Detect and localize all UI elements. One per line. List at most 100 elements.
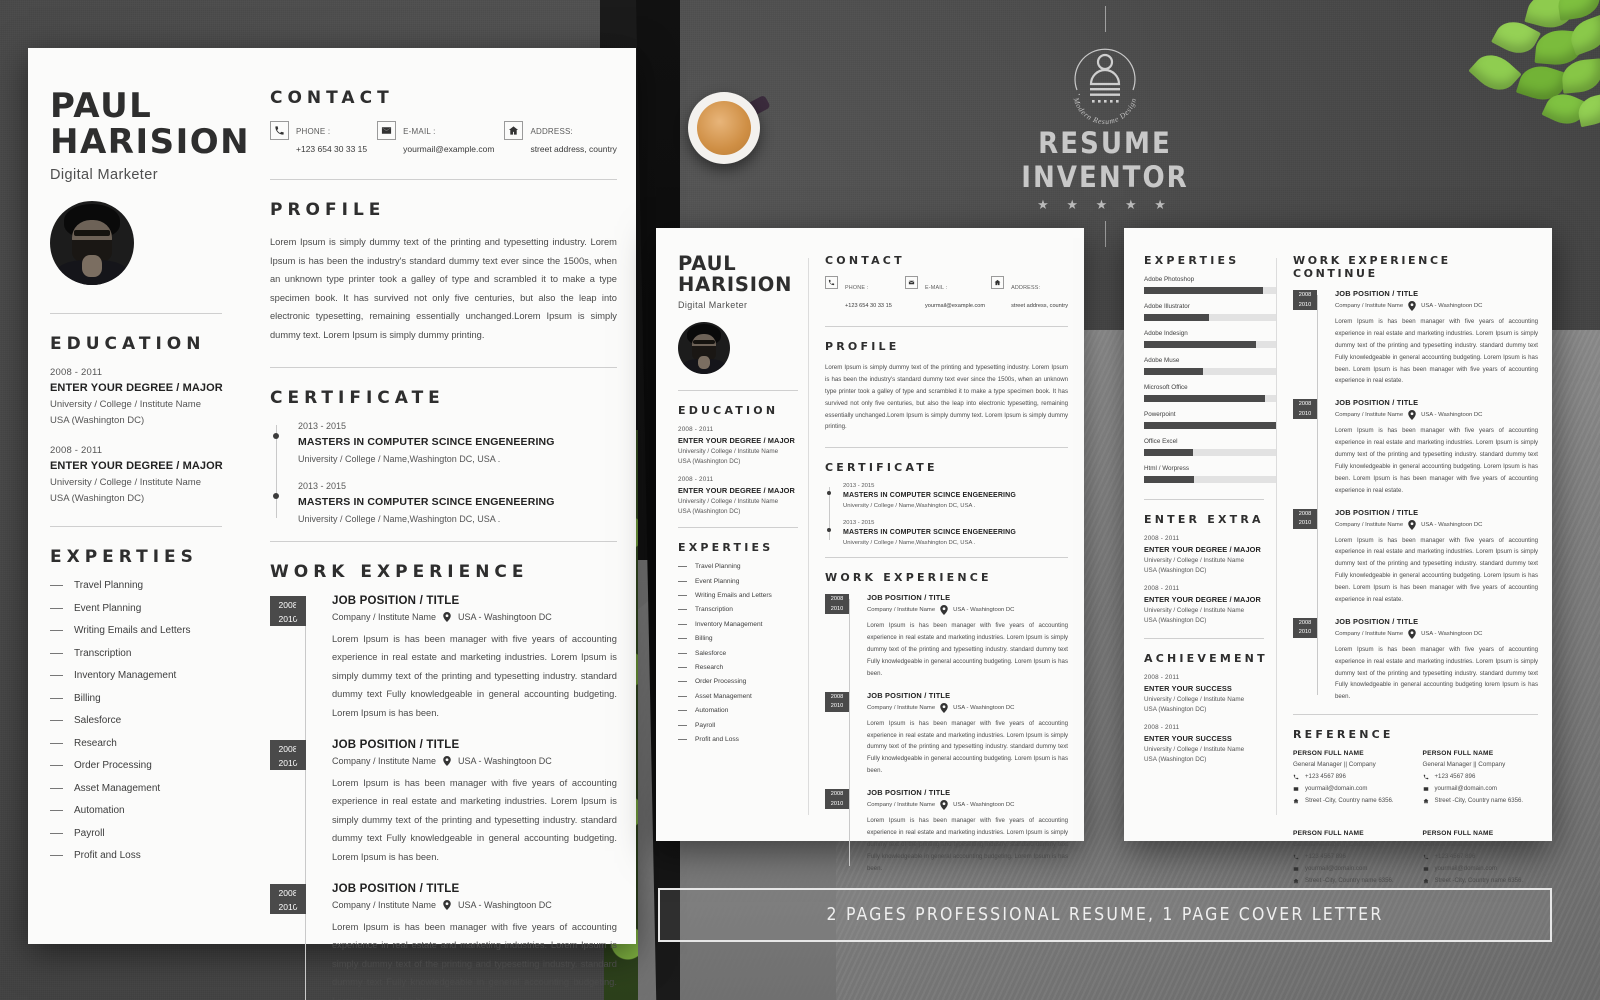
year-to: 2010 <box>830 800 844 807</box>
location-pin-icon <box>940 800 948 810</box>
job-location: USA - Washingtoon DC <box>458 899 552 910</box>
year-from: 2008 <box>830 596 844 603</box>
achievement-item: 2008 - 2011 ENTER YOUR SUCCESS Universit… <box>1144 674 1276 713</box>
resume-page-2[interactable]: PAUL HARISION Digital Marketer EDUCATION… <box>656 228 1084 872</box>
avatar <box>50 201 134 286</box>
location-pin-icon <box>1408 410 1416 421</box>
certificate-timeline: 2013 - 2015 MASTERS IN COMPUTER SCINCE E… <box>270 421 617 524</box>
contact-phone[interactable]: PHONE : +123 654 30 33 15 <box>270 121 367 157</box>
location-pin-icon <box>443 899 451 910</box>
reference-phone[interactable]: +123 4567 896 <box>1293 853 1409 860</box>
resume-page-1[interactable]: PAUL HARISION Digital Marketer EDUCATION… <box>28 48 636 1000</box>
skill-label: Adobe Illustrator <box>1144 303 1190 310</box>
job-description: Lorem Ipsum is has been manager with fiv… <box>332 777 617 862</box>
contact-email[interactable]: E-MAIL : yourmail@example.com <box>905 276 985 312</box>
reference-phone[interactable]: +123 4567 896 <box>1293 773 1409 780</box>
contact-phone[interactable]: PHONE : +123 654 30 33 15 <box>825 276 899 312</box>
certificate-school: University / College / Name,Washington D… <box>298 513 501 524</box>
contact-address[interactable]: ADDRESS: street address, country <box>504 121 617 157</box>
certificate-item: 2013 - 2015 MASTERS IN COMPUTER SCINCE E… <box>273 481 617 524</box>
bullet-dash-icon <box>50 742 63 744</box>
list-item: Payroll <box>678 722 808 729</box>
list-item: Salesforce <box>50 715 246 726</box>
job-meta: Company / Institute Name USA - Washingto… <box>332 755 617 766</box>
extra-years: 2008 - 2011 <box>1144 535 1180 542</box>
bullet-dash-icon <box>50 720 63 722</box>
reference-email[interactable]: yourmail@domain.com <box>1423 785 1539 792</box>
contact-email[interactable]: E-MAIL : yourmail@example.com <box>377 121 494 157</box>
education-list: 2008 - 2011 ENTER YOUR DEGREE / MAJOR Un… <box>50 367 246 504</box>
page2-left-column: PAUL HARISION Digital Marketer EDUCATION… <box>656 228 808 841</box>
reference-email[interactable]: yourmail@domain.com <box>1423 865 1539 872</box>
logo-stars: ★ ★ ★ ★ ★ <box>1037 197 1173 212</box>
reference-name: PERSON FULL NAME <box>1422 750 1494 758</box>
bullet-dash-icon <box>50 765 63 767</box>
list-item: Order Processing <box>678 678 808 685</box>
banner-text: 2 PAGES PROFESSIONAL RESUME, 1 PAGE COVE… <box>826 905 1384 925</box>
job-title: JOB POSITION / TITLE <box>1335 507 1419 517</box>
list-item: Asset Management <box>678 693 808 700</box>
reference-phone[interactable]: +123 4567 896 <box>1423 853 1539 860</box>
work-experience-item: 2008 2010 JOB POSITION / TITLE Company / … <box>270 882 617 1000</box>
achievement-title: ENTER YOUR SUCCESS <box>1144 734 1232 743</box>
reference-name: PERSON FULL NAME <box>1422 830 1494 838</box>
location-pin-icon <box>940 702 948 713</box>
last-name: HARISION <box>50 122 251 163</box>
work-experience-item: 2008 2010 JOB POSITION / TITLE Company / … <box>1293 617 1538 703</box>
page3-left-column: EXPERTIES Adobe Photoshop Adobe Illustra… <box>1124 228 1276 841</box>
profile-heading: PROFILE <box>825 340 900 353</box>
reference-phone[interactable]: +123 4567 896 <box>1423 773 1539 780</box>
education-degree: ENTER YOUR DEGREE / MAJOR <box>678 486 795 496</box>
envelope-icon <box>1293 866 1299 871</box>
contact-phone-label: PHONE : <box>296 127 331 136</box>
page3-right-column: WORK EXPERIENCE CONTINUE 2008 2010 JOB PO… <box>1277 228 1552 884</box>
year-to: 2010 <box>830 605 844 612</box>
skill-track <box>1144 422 1276 429</box>
skill-track <box>1144 314 1276 321</box>
bullet-dash-icon <box>678 638 687 640</box>
skill-fill <box>1144 368 1204 375</box>
list-item: Inventory Management <box>678 621 808 628</box>
divider <box>678 390 798 392</box>
year-to: 2010 <box>278 613 298 624</box>
divider-tick-bottom <box>1104 221 1106 247</box>
resume-page-3[interactable]: EXPERTIES Adobe Photoshop Adobe Illustra… <box>1124 228 1552 884</box>
skill-fill <box>1144 449 1193 456</box>
divider <box>270 179 617 180</box>
cup-coffee <box>697 101 751 155</box>
job-description: Lorem Ipsum is has been manager with fiv… <box>867 622 1068 677</box>
job-location: USA - Washingtoon DC <box>953 704 1015 711</box>
certificate-heading: CERTIFICATE <box>270 387 445 408</box>
coffee-cup-icon <box>688 92 771 164</box>
bullet-dash-icon <box>678 566 687 568</box>
skill-bar: Adobe Illustrator <box>1144 303 1276 321</box>
skill-track <box>1144 395 1276 402</box>
year-to: 2010 <box>1298 301 1312 308</box>
job-company: Company / Institute Name <box>867 802 936 808</box>
experties-list: Travel Planning Event Planning Writing E… <box>678 563 808 743</box>
page1-left-column: PAUL HARISION Digital Marketer EDUCATION… <box>28 48 251 944</box>
list-item: Automation <box>50 805 246 816</box>
bullet-dash-icon <box>50 607 63 609</box>
work-experience-heading: WORK EXPERIENCE <box>270 561 529 582</box>
certificate-item: 2013 - 2015 MASTERS IN COMPUTER SCINCE E… <box>827 520 1068 546</box>
reference-role: General Manager || Company <box>1293 841 1376 849</box>
list-item: Travel Planning <box>50 580 246 591</box>
year-to: 2010 <box>1298 629 1312 636</box>
reference-address: Street -City, Country name 6356. <box>1423 877 1539 884</box>
education-heading: EDUCATION <box>678 404 779 418</box>
job-company: Company / Institute Name <box>1335 521 1404 528</box>
year-to: 2010 <box>278 757 298 768</box>
bottom-banner: 2 PAGES PROFESSIONAL RESUME, 1 PAGE COVE… <box>658 888 1552 942</box>
job-title: JOB POSITION / TITLE <box>332 882 460 895</box>
work-experience-timeline: 2008 2010 JOB POSITION / TITLE Company / … <box>270 595 617 1000</box>
reference-email[interactable]: yourmail@domain.com <box>1293 785 1409 792</box>
contact-address[interactable]: ADDRESS: street address, country <box>991 276 1068 312</box>
skill-fill <box>1144 287 1263 294</box>
job-company: Company / Institute Name <box>332 755 437 766</box>
job-location: USA - Washingtoon DC <box>458 611 552 622</box>
list-item: Order Processing <box>50 760 246 771</box>
work-experience-item: 2008 2010 JOB POSITION / TITLE Company / … <box>1293 507 1538 606</box>
reference-email[interactable]: yourmail@domain.com <box>1293 865 1409 872</box>
bullet-dash-icon <box>678 652 687 654</box>
